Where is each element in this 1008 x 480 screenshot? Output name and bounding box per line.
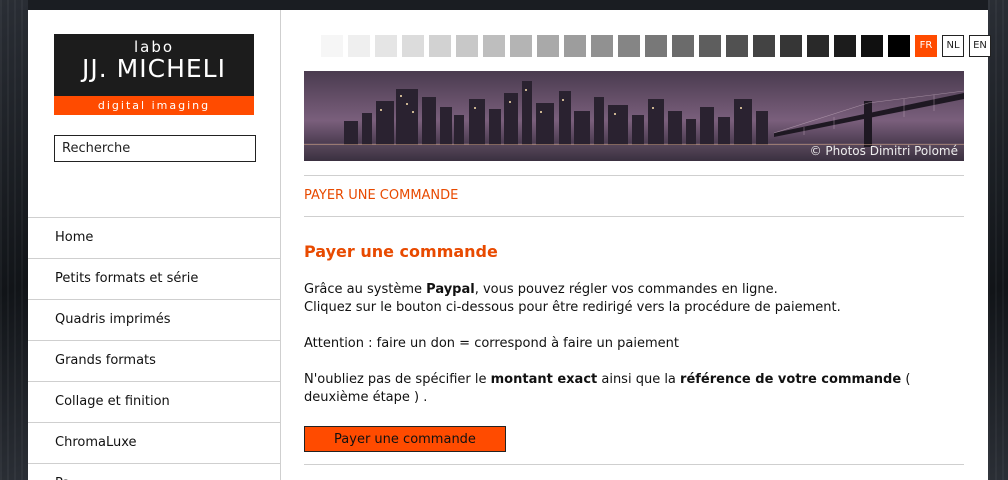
background-swatch[interactable] xyxy=(618,35,640,57)
logo-line1: labo xyxy=(133,38,175,56)
sidebar-item-chromaluxe[interactable]: ChromaLuxe xyxy=(28,422,280,463)
background-swatch[interactable] xyxy=(645,35,667,57)
language-button-nl[interactable]: NL xyxy=(942,35,964,57)
reminder-paragraph: N'oubliez pas de spécifier le montant ex… xyxy=(304,371,964,407)
background-swatch[interactable] xyxy=(348,35,370,57)
background-swatch[interactable] xyxy=(510,35,532,57)
sidebar-item-petits-formats[interactable]: Petits formats et série xyxy=(28,258,280,299)
page-title: Payer une commande xyxy=(304,242,498,261)
logo-name: JJ. MICHELI xyxy=(82,54,226,83)
divider xyxy=(304,464,964,465)
search-input[interactable] xyxy=(54,135,256,162)
background-right xyxy=(988,0,1008,480)
reminder-text-a: N'oubliez pas de spécifier le xyxy=(304,372,491,387)
background-swatch[interactable] xyxy=(861,35,883,57)
main-content: FR NL EN © Photos Dimitri Polomé PAYER U… xyxy=(304,10,991,480)
warning-paragraph: Attention : faire un don = correspond à … xyxy=(304,336,679,351)
content-body: Grâce au système Paypal, vous pouvez rég… xyxy=(304,281,964,425)
background-swatch[interactable] xyxy=(321,35,343,57)
breadcrumb: PAYER UNE COMMANDE xyxy=(304,188,459,203)
logo[interactable]: labo JJ. MICHELI digital imaging xyxy=(54,34,254,115)
language-button-fr[interactable]: FR xyxy=(915,35,937,57)
page-container: labo JJ. MICHELI digital imaging Home Pe… xyxy=(28,10,991,480)
sidebar-item-partial[interactable]: Pa... xyxy=(28,463,280,480)
language-button-en[interactable]: EN xyxy=(969,35,991,57)
background-swatch[interactable] xyxy=(537,35,559,57)
divider xyxy=(304,175,964,176)
background-swatch[interactable] xyxy=(402,35,424,57)
background-left xyxy=(0,0,28,480)
background-swatch[interactable] xyxy=(456,35,478,57)
paypal-text-bold: Paypal xyxy=(426,282,475,297)
reminder-text-reference: référence de votre commande xyxy=(680,372,902,387)
sidebar-item-quadris[interactable]: Quadris imprimés xyxy=(28,299,280,340)
background-swatch[interactable] xyxy=(591,35,613,57)
photo-credit: © Photos Dimitri Polomé xyxy=(809,144,958,158)
sidebar: labo JJ. MICHELI digital imaging Home Pe… xyxy=(28,10,281,480)
paypal-text-before: Grâce au système xyxy=(304,282,427,297)
background-swatch[interactable] xyxy=(726,35,748,57)
background-swatch[interactable] xyxy=(699,35,721,57)
pay-order-button[interactable]: Payer une commande xyxy=(304,426,506,452)
background-swatch[interactable] xyxy=(564,35,586,57)
background-swatch[interactable] xyxy=(429,35,451,57)
background-swatch[interactable] xyxy=(888,35,910,57)
background-swatch[interactable] xyxy=(672,35,694,57)
paypal-paragraph: Grâce au système Paypal, vous pouvez rég… xyxy=(304,281,964,317)
divider xyxy=(304,216,964,217)
background-swatch[interactable] xyxy=(834,35,856,57)
sidebar-item-grands-formats[interactable]: Grands formats xyxy=(28,340,280,381)
background-swatch[interactable] xyxy=(753,35,775,57)
background-swatch[interactable] xyxy=(375,35,397,57)
sidebar-nav: Home Petits formats et série Quadris imp… xyxy=(28,217,280,480)
sidebar-item-home[interactable]: Home xyxy=(28,217,280,258)
background-swatch[interactable] xyxy=(483,35,505,57)
sidebar-item-collage[interactable]: Collage et finition xyxy=(28,381,280,422)
background-swatches: FR NL EN xyxy=(321,35,996,57)
banner-image: © Photos Dimitri Polomé xyxy=(304,71,964,161)
background-swatch[interactable] xyxy=(780,35,802,57)
paypal-text-line2: Cliquez sur le bouton ci-dessous pour êt… xyxy=(304,300,841,315)
logo-tagline: digital imaging xyxy=(54,96,254,115)
reminder-text-c: ainsi que la xyxy=(597,372,681,387)
reminder-text-amount: montant exact xyxy=(490,372,598,387)
paypal-text-after: , vous pouvez régler vos commandes en li… xyxy=(474,282,778,297)
background-swatch[interactable] xyxy=(807,35,829,57)
